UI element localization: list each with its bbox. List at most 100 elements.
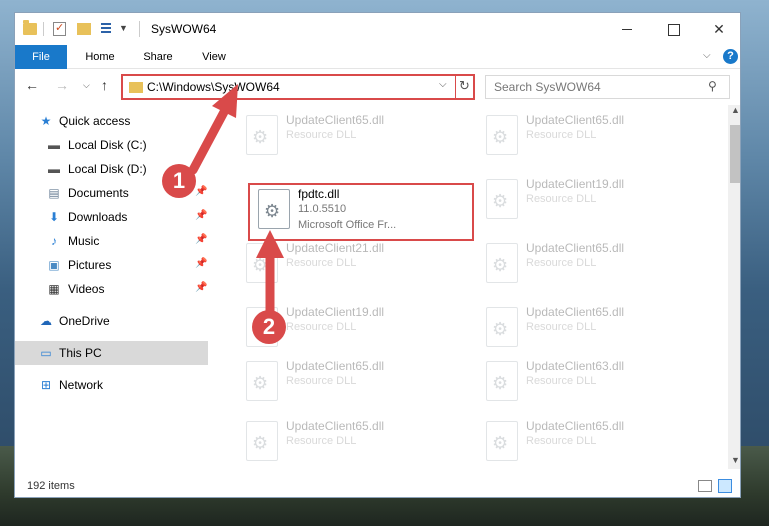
dll-file-icon: ⚙	[246, 361, 278, 401]
close-button[interactable]: ✕	[696, 13, 740, 45]
scroll-up-arrow[interactable]: ▲	[731, 105, 740, 115]
dll-file-icon: ⚙	[486, 361, 518, 401]
back-button[interactable]: ←	[25, 77, 39, 93]
recent-locations-button[interactable]: ⌵	[83, 80, 90, 91]
sidebar-item-quick-access[interactable]: ★ Quick access	[15, 109, 208, 133]
item-count: 192 items	[27, 480, 75, 492]
forward-button[interactable]: →	[55, 77, 69, 93]
sidebar-item-label: Network	[59, 378, 104, 392]
file-item[interactable]: ⚙ UpdateClient21.dll Resource DLL	[238, 239, 458, 297]
scroll-thumb[interactable]	[730, 125, 740, 183]
refresh-icon[interactable]: ↻	[459, 78, 470, 94]
drive-icon: ▬	[48, 162, 60, 176]
window-title: SysWOW64	[151, 22, 217, 36]
file-version: 11.0.5510	[298, 203, 347, 215]
tab-home[interactable]: Home	[77, 45, 123, 69]
sidebar-item-label: Downloads	[68, 210, 128, 224]
address-toolbar: ← → ⌵ ↑ C:\Windows\SysWOW64 ⌵ ↻ Search S…	[15, 69, 740, 105]
sidebar-item-videos[interactable]: ▦ Videos 📌	[15, 277, 208, 301]
minimize-button[interactable]	[604, 13, 650, 45]
dll-file-icon: ⚙	[246, 115, 278, 155]
dll-file-icon: ⚙	[246, 243, 278, 283]
quick-access-toolbar-dropdown[interactable]: ▼	[119, 23, 128, 39]
sidebar-item-onedrive[interactable]: ☁ OneDrive	[15, 309, 208, 333]
pictures-icon: ▣	[48, 258, 60, 272]
pin-icon[interactable]: 📌	[195, 210, 207, 221]
dll-file-icon: ⚙	[486, 115, 518, 155]
pin-icon[interactable]: 📌	[195, 282, 207, 293]
sidebar-item-label: Pictures	[68, 258, 112, 272]
new-folder-icon[interactable]	[77, 23, 91, 35]
tab-share[interactable]: Share	[135, 45, 181, 69]
search-placeholder[interactable]: Search SysWOW64	[494, 80, 601, 94]
tab-file[interactable]: File	[15, 45, 67, 69]
expand-ribbon-icon[interactable]: ⌵	[703, 50, 711, 61]
sidebar-item-label: Documents	[68, 186, 129, 200]
dll-file-icon: ⚙	[486, 179, 518, 219]
sidebar-item-downloads[interactable]: ⬇ Downloads 📌	[15, 205, 208, 229]
folder-icon	[23, 20, 37, 35]
sidebar-item-music[interactable]: ♪ Music 📌	[15, 229, 208, 253]
pin-icon[interactable]: 📌	[195, 234, 207, 245]
search-input[interactable]: Search SysWOW64 ⚲	[485, 75, 730, 99]
dll-file-icon: ⚙	[246, 421, 278, 461]
file-item[interactable]: ⚙ UpdateClient19.dll Resource DLL	[478, 175, 698, 233]
help-icon[interactable]: ?	[723, 49, 738, 64]
star-icon: ★	[40, 114, 52, 128]
tab-view[interactable]: View	[191, 45, 237, 69]
file-item[interactable]: ⚙ UpdateClient65.dll Resource DLL	[238, 417, 458, 469]
file-item[interactable]: ⚙ UpdateClient65.dll Resource DLL	[238, 111, 458, 169]
ribbon-tabs: File Home Share View ⌵ ?	[15, 45, 740, 69]
address-bar[interactable]: C:\Windows\SysWOW64 ⌵ ↻	[121, 74, 475, 100]
large-icons-view-icon[interactable]	[718, 479, 732, 493]
dll-file-icon: ⚙	[486, 307, 518, 347]
step-1-badge: 1	[162, 164, 196, 198]
file-item[interactable]: ⚙ UpdateClient63.dll Resource DLL	[478, 357, 698, 415]
file-item-fpdtc-dll[interactable]: ⚙ fpdtc.dll 11.0.5510 Microsoft Office F…	[248, 183, 474, 241]
status-bar: 192 items	[15, 475, 740, 497]
sidebar-item-label: OneDrive	[59, 314, 110, 328]
sidebar-item-label: Videos	[68, 282, 105, 296]
vertical-scrollbar[interactable]: ▲ ▼	[728, 105, 740, 469]
sidebar-item-network[interactable]: ⊞ Network	[15, 373, 208, 397]
dll-file-icon: ⚙	[486, 243, 518, 283]
cloud-icon: ☁	[40, 314, 52, 328]
up-button[interactable]: ↑	[101, 77, 108, 93]
music-icon: ♪	[51, 234, 57, 248]
dll-file-icon: ⚙	[486, 421, 518, 461]
divider	[139, 21, 140, 37]
details-view-icon[interactable]	[698, 480, 712, 492]
step-2-badge: 2	[252, 310, 286, 344]
search-icon[interactable]: ⚲	[708, 79, 717, 93]
pin-icon[interactable]: 📌	[195, 258, 207, 269]
scroll-down-arrow[interactable]: ▼	[731, 455, 740, 465]
documents-icon: ▤	[48, 186, 60, 200]
sidebar-item-label: Local Disk (D:)	[68, 162, 147, 176]
file-name: fpdtc.dll	[298, 187, 340, 201]
file-item[interactable]: ⚙ UpdateClient65.dll Resource DLL	[478, 303, 698, 361]
address-path[interactable]: C:\Windows\SysWOW64	[147, 80, 280, 94]
maximize-button[interactable]	[650, 13, 696, 45]
drive-icon: ▬	[48, 138, 60, 152]
sidebar-item-label: Local Disk (C:)	[68, 138, 147, 152]
view-options-icon[interactable]	[101, 23, 115, 35]
file-item[interactable]: ⚙ UpdateClient65.dll Resource DLL	[238, 357, 458, 415]
sidebar-item-local-disk-c[interactable]: ▬ Local Disk (C:)	[15, 133, 208, 157]
pin-icon[interactable]: 📌	[195, 186, 207, 197]
videos-icon: ▦	[48, 282, 60, 296]
dll-file-icon: ⚙	[258, 189, 290, 229]
computer-icon: ▭	[40, 346, 52, 360]
navigation-pane: ★ Quick access ▬ Local Disk (C:) ▬ Local…	[15, 105, 208, 469]
file-item[interactable]: ⚙ UpdateClient65.dll Resource DLL	[478, 417, 698, 469]
sidebar-item-this-pc[interactable]: ▭ This PC	[15, 341, 208, 365]
address-dropdown-icon[interactable]: ⌵	[439, 79, 447, 90]
sidebar-item-pictures[interactable]: ▣ Pictures 📌	[15, 253, 208, 277]
file-item[interactable]: ⚙ UpdateClient65.dll Resource DLL	[478, 111, 698, 169]
properties-icon[interactable]	[53, 21, 66, 36]
file-list: ⚙ UpdateClient65.dll Resource DLL ⚙ Upda…	[208, 105, 728, 469]
title-bar: ▼ SysWOW64 ✕	[15, 13, 740, 45]
file-item[interactable]: ⚙ UpdateClient65.dll Resource DLL	[478, 239, 698, 297]
network-icon: ⊞	[40, 378, 52, 392]
download-icon: ⬇	[48, 210, 60, 224]
sidebar-item-label: Quick access	[59, 114, 131, 128]
